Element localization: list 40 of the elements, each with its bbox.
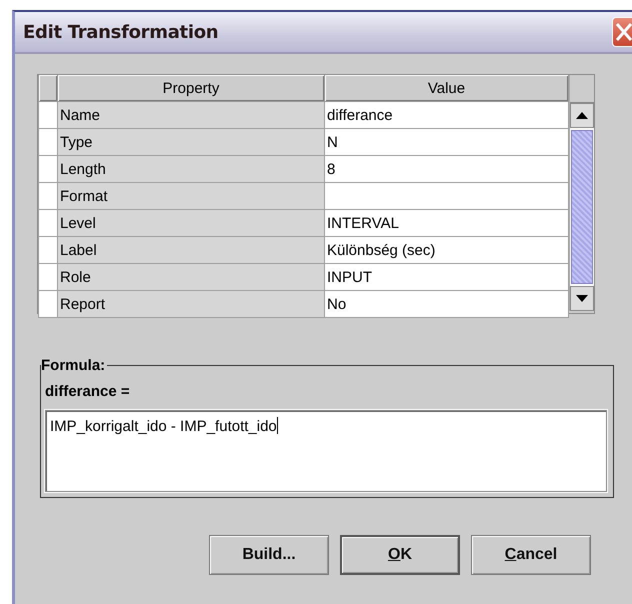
value-cell[interactable]: INPUT — [324, 264, 568, 290]
variable-label: differance = — [45, 383, 131, 400]
row-header — [38, 264, 58, 290]
row-header — [38, 102, 58, 128]
property-cell: Role — [58, 264, 324, 290]
up-arrow-icon — [576, 112, 588, 119]
window-title: Edit Transformation — [23, 22, 218, 42]
value-cell[interactable]: 8 — [324, 156, 568, 182]
row-header — [38, 156, 58, 182]
value-cell[interactable]: differance — [324, 102, 568, 128]
scroll-down-button[interactable] — [570, 286, 594, 311]
column-header[interactable]: Value — [324, 75, 568, 102]
property-cell: Label — [58, 236, 324, 264]
value-cell[interactable] — [324, 182, 568, 210]
down-arrow-icon — [576, 295, 588, 302]
row-header — [38, 210, 58, 236]
formula-field[interactable]: IMP_korrigalt_ido - IMP_futott_ido — [45, 410, 607, 492]
property-cell: Length — [58, 156, 324, 182]
property-cell: Name — [58, 102, 324, 128]
scroll-up-button[interactable] — [570, 103, 594, 128]
scrollbar-thumb[interactable] — [571, 130, 593, 284]
value-cell[interactable]: N — [324, 128, 568, 156]
value-cell[interactable]: INTERVAL — [324, 210, 568, 236]
column-header[interactable]: Property — [58, 75, 324, 102]
dialog-button[interactable]: OK — [340, 535, 460, 575]
property-cell: Format — [58, 182, 324, 210]
property-cell: Type — [58, 128, 324, 156]
value-cell[interactable]: Különbség (sec) — [324, 236, 568, 264]
group-title: Formula: — [41, 357, 106, 374]
property-cell: Report — [58, 290, 324, 318]
row-header — [38, 182, 58, 210]
row-header — [38, 236, 58, 264]
property-cell: Level — [58, 210, 324, 236]
value-cell[interactable]: No — [324, 290, 568, 318]
dialog-button[interactable]: Build... — [209, 535, 329, 575]
row-header — [38, 290, 58, 318]
row-header — [38, 128, 58, 156]
close-button[interactable] — [612, 17, 632, 47]
dialog-button[interactable]: Cancel — [471, 535, 591, 575]
close-icon — [616, 23, 632, 41]
